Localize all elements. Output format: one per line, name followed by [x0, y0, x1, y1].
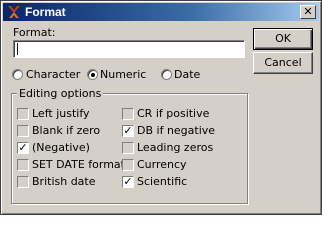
checkmark-icon: ✓ [18, 141, 28, 154]
checkbox-scientific-label: Scientific [137, 175, 188, 188]
checkbox-british-date[interactable] [17, 176, 29, 188]
checkmark-icon: ✓ [123, 175, 133, 188]
radio-character-label: Character [26, 68, 81, 81]
format-input[interactable] [13, 40, 245, 58]
checkbox-set-date-format[interactable] [17, 159, 29, 171]
checkbox-negative[interactable]: ✓ [17, 142, 29, 154]
close-button[interactable]: ✕ [300, 5, 316, 19]
checkbox-blank-if-zero[interactable] [17, 125, 29, 137]
radio-numeric-label: Numeric [100, 68, 147, 81]
checkbox-leading-zeros[interactable] [122, 142, 134, 154]
checkbox-currency-label: Currency [137, 158, 187, 171]
close-icon: ✕ [303, 5, 313, 18]
checkbox-cr-if-positive[interactable] [122, 108, 134, 120]
checkbox-db-if-negative[interactable]: ✓ [122, 125, 134, 137]
checkbox-british-date-label: British date [32, 175, 96, 188]
checkbox-leading-zeros-label: Leading zeros [137, 141, 214, 154]
checkbox-scientific[interactable]: ✓ [122, 176, 134, 188]
checkbox-currency[interactable] [122, 159, 134, 171]
text-caret [17, 43, 18, 55]
window-title: Format [25, 5, 66, 19]
ok-button[interactable]: OK [253, 28, 313, 50]
checkbox-blank-if-zero-label: Blank if zero [32, 124, 101, 137]
radio-character[interactable] [12, 69, 23, 80]
checkbox-negative-label: (Negative) [32, 141, 90, 154]
format-label: Format: [13, 26, 56, 39]
checkmark-icon: ✓ [123, 124, 133, 137]
checkbox-db-if-negative-label: DB if negative [137, 124, 216, 137]
cancel-button[interactable]: Cancel [253, 52, 313, 74]
radio-numeric[interactable] [87, 69, 98, 80]
title-bar[interactable]: Format ✕ [3, 3, 319, 21]
checkbox-set-date-format-label: SET DATE format [32, 158, 125, 171]
radio-date-label: Date [174, 68, 201, 81]
checkbox-left-justify[interactable] [17, 108, 29, 120]
editing-options-title: Editing options [17, 87, 104, 100]
app-icon [8, 6, 20, 18]
radio-date[interactable] [161, 69, 172, 80]
checkbox-left-justify-label: Left justify [32, 107, 90, 120]
checkbox-cr-if-positive-label: CR if positive [137, 107, 210, 120]
